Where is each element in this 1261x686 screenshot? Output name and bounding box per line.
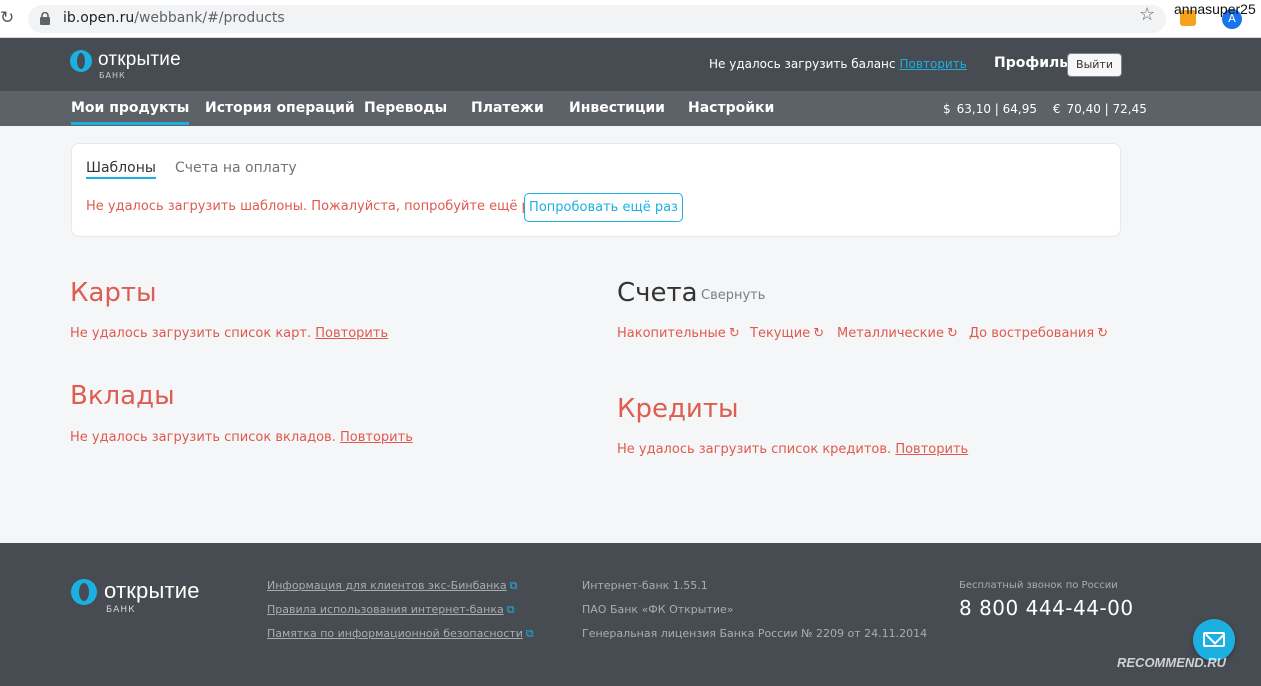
logo-mark-icon — [71, 579, 97, 605]
main-nav: Мои продукты История операций Переводы П… — [0, 91, 1261, 126]
accounts-title: Счета — [617, 278, 698, 308]
balance-error: Не удалось загрузить баланс Повторить — [709, 57, 967, 71]
nav-settings[interactable]: Настройки — [688, 100, 774, 116]
deposits-title: Вклады — [70, 381, 175, 411]
tab-templates[interactable]: Шаблоны — [86, 160, 156, 179]
balance-retry-link[interactable]: Повторить — [900, 57, 967, 71]
tab-invoices[interactable]: Счета на оплату — [175, 160, 297, 176]
nav-payments[interactable]: Платежи — [471, 100, 544, 116]
footer-logo-subtitle: БАНК — [106, 605, 136, 615]
logo-name: открытие — [98, 49, 181, 70]
refresh-icon[interactable]: ↻ — [1097, 326, 1108, 341]
reload-icon[interactable]: ↻ — [0, 8, 20, 28]
credits-error: Не удалось загрузить список кредитов. По… — [617, 442, 968, 457]
user-watermark: annasuper25 — [1174, 1, 1256, 17]
eur-symbol: € — [1052, 102, 1061, 116]
nav-history[interactable]: История операций — [205, 100, 355, 116]
external-link-icon: ⧉ — [509, 579, 518, 592]
phone-number[interactable]: 8 800 444-44-00 — [959, 596, 1134, 620]
credits-error-text: Не удалось загрузить список кредитов. — [617, 442, 892, 457]
browser-toolbar: ↻ ib.open.ru/webbank/#/products ☆ A anna… — [0, 0, 1261, 38]
footer-link-text: Памятка по информационной безопасности — [267, 627, 523, 640]
footer-version: Интернет-банк 1.55.1 — [582, 579, 708, 592]
envelope-icon — [1203, 632, 1225, 647]
footer-license: Генеральная лицензия Банка России № 2209… — [582, 627, 928, 640]
account-type-label: Накопительные — [617, 326, 726, 341]
profile-link[interactable]: Профиль — [994, 55, 1068, 71]
account-type-demand[interactable]: До востребования ↻ — [969, 326, 1108, 341]
account-type-label: Металлические — [837, 326, 944, 341]
cards-error: Не удалось загрузить список карт. Повтор… — [70, 326, 388, 341]
site-header: открытие БАНК Не удалось загрузить балан… — [0, 38, 1261, 91]
account-type-metal[interactable]: Металлические ↻ — [837, 326, 958, 341]
logo-subtitle: БАНК — [99, 71, 126, 80]
nav-investments[interactable]: Инвестиции — [569, 100, 665, 116]
usd-rate: 63,10 | 64,95 — [956, 102, 1038, 116]
eur-rate: 70,40 | 72,45 — [1066, 102, 1147, 116]
footer-link-rules[interactable]: Правила использования интернет-банка ⧉ — [267, 603, 515, 617]
footer-link-security[interactable]: Памятка по информационной безопасности ⧉ — [267, 627, 534, 641]
credits-retry-link[interactable]: Повторить — [895, 442, 968, 457]
refresh-icon[interactable]: ↻ — [947, 326, 958, 341]
refresh-icon[interactable]: ↻ — [813, 326, 824, 341]
footer-link-text: Информация для клиентов экс-Бинбанка — [267, 579, 507, 592]
account-type-label: До востребования — [969, 326, 1095, 341]
watermark: RECOMMEND.RU — [1117, 655, 1227, 670]
site-footer: открытие БАНК Информация для клиентов эк… — [0, 543, 1261, 686]
deposits-retry-link[interactable]: Повторить — [340, 430, 413, 445]
templates-panel: Шаблоны Счета на оплату Не удалось загру… — [71, 143, 1121, 237]
exchange-rates: $63,10 | 64,95 €70,40 | 72,45 — [943, 102, 1147, 116]
templates-error: Не удалось загрузить шаблоны. Пожалуйста… — [86, 199, 549, 214]
balance-error-text: Не удалось загрузить баланс — [709, 57, 896, 71]
usd-symbol: $ — [943, 102, 951, 116]
accounts-collapse-link[interactable]: Свернуть — [701, 288, 765, 303]
external-link-icon: ⧉ — [525, 627, 534, 640]
cards-error-text: Не удалось загрузить список карт. — [70, 326, 312, 341]
free-call-label: Бесплатный звонок по России — [959, 580, 1118, 591]
footer-logo-name: открытие — [104, 578, 200, 603]
footer-link-text: Правила использования интернет-банка — [267, 603, 504, 616]
account-type-current[interactable]: Текущие ↻ — [750, 326, 824, 341]
deposits-error-text: Не удалось загрузить список вкладов. — [70, 430, 336, 445]
url-text: ib.open.ru/webbank/#/products — [63, 10, 285, 26]
templates-retry-button[interactable]: Попробовать ещё раз — [524, 193, 683, 222]
credits-title: Кредиты — [617, 394, 739, 424]
bookmark-star-icon[interactable]: ☆ — [1139, 4, 1155, 25]
nav-transfers[interactable]: Переводы — [364, 100, 447, 116]
refresh-icon[interactable]: ↻ — [729, 326, 740, 341]
external-link-icon: ⧉ — [506, 603, 515, 616]
account-type-savings[interactable]: Накопительные ↻ — [617, 326, 740, 341]
footer-link-binbank[interactable]: Информация для клиентов экс-Бинбанка ⧉ — [267, 579, 518, 593]
nav-my-products[interactable]: Мои продукты — [71, 100, 190, 125]
logo-mark-icon — [70, 50, 92, 72]
cards-title: Карты — [70, 278, 157, 308]
deposits-error: Не удалось загрузить список вкладов. Пов… — [70, 430, 413, 445]
lock-icon — [40, 12, 50, 25]
address-bar[interactable]: ib.open.ru/webbank/#/products — [28, 5, 1166, 33]
account-type-label: Текущие — [750, 326, 811, 341]
cards-retry-link[interactable]: Повторить — [315, 326, 388, 341]
logout-button[interactable]: Выйти — [1067, 53, 1122, 77]
footer-company: ПАО Банк «ФК Открытие» — [582, 603, 734, 616]
